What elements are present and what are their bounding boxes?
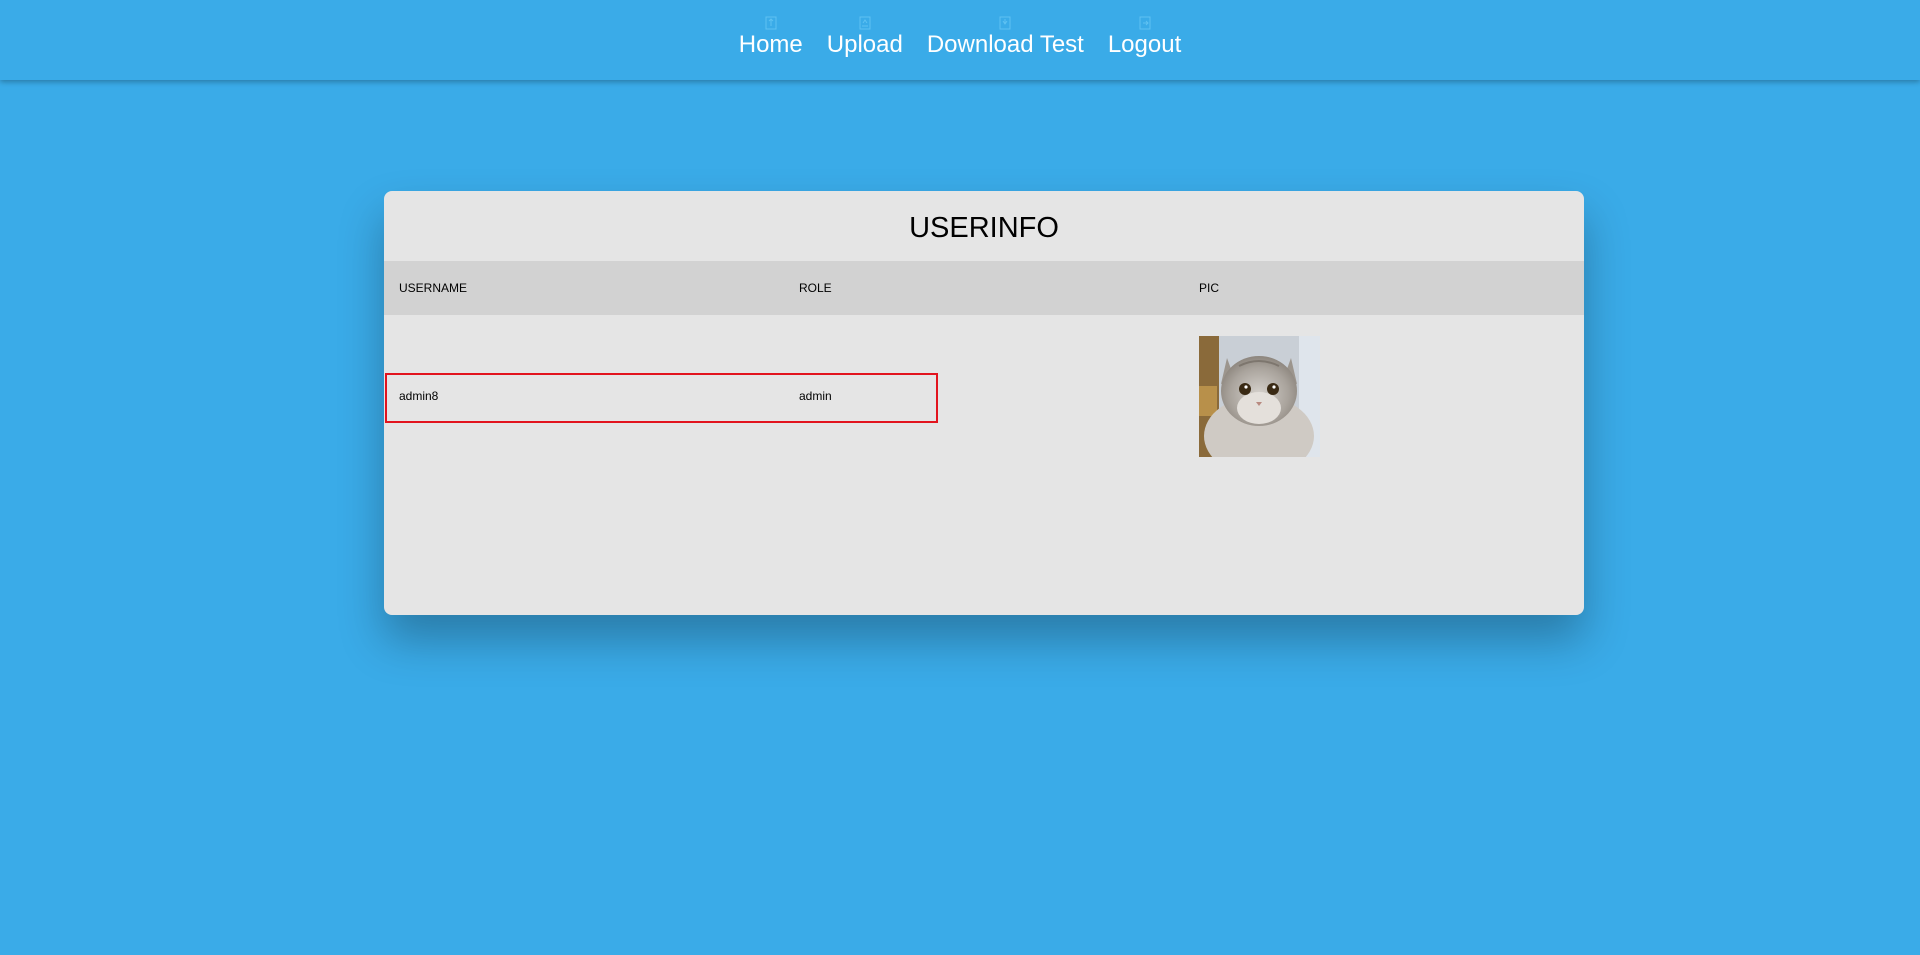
nav-home[interactable]: Home xyxy=(727,0,815,57)
cell-role: admin xyxy=(784,315,1184,477)
nav-logout[interactable]: Logout xyxy=(1096,0,1193,57)
home-icon xyxy=(764,0,778,30)
top-navbar: Home Upload Download Test Logout xyxy=(0,0,1920,80)
table-header-row: USERNAME ROLE PIC xyxy=(384,261,1584,315)
nav-home-label: Home xyxy=(738,31,803,58)
logout-icon xyxy=(1138,0,1152,30)
table-header: USERNAME ROLE PIC xyxy=(384,261,1584,315)
nav-logout-label: Logout xyxy=(1107,31,1182,58)
card-title: USERINFO xyxy=(909,212,1059,244)
main-nav: Home Upload Download Test Logout xyxy=(0,0,1920,57)
column-header-pic: PIC xyxy=(1199,281,1220,295)
cell-username: admin8 xyxy=(384,315,784,477)
role-value: admin xyxy=(799,389,832,403)
userinfo-table: USERNAME ROLE PIC admin8 admin xyxy=(384,261,1584,477)
column-header-role: ROLE xyxy=(799,281,832,295)
upload-icon xyxy=(858,0,872,30)
nav-upload-label: Upload xyxy=(826,31,903,58)
download-icon xyxy=(998,0,1012,30)
cat-avatar xyxy=(1199,335,1320,457)
nav-download-test[interactable]: Download Test xyxy=(915,0,1096,57)
cell-pic xyxy=(1184,315,1584,477)
username-value: admin8 xyxy=(399,389,439,403)
nav-download-test-label: Download Test xyxy=(926,31,1084,58)
nav-upload[interactable]: Upload xyxy=(815,0,915,57)
userinfo-card: USERINFO USERNAME ROLE PIC admin8 admin xyxy=(384,191,1584,615)
table-row: admin8 admin xyxy=(384,315,1584,477)
column-header-username: USERNAME xyxy=(399,281,468,295)
